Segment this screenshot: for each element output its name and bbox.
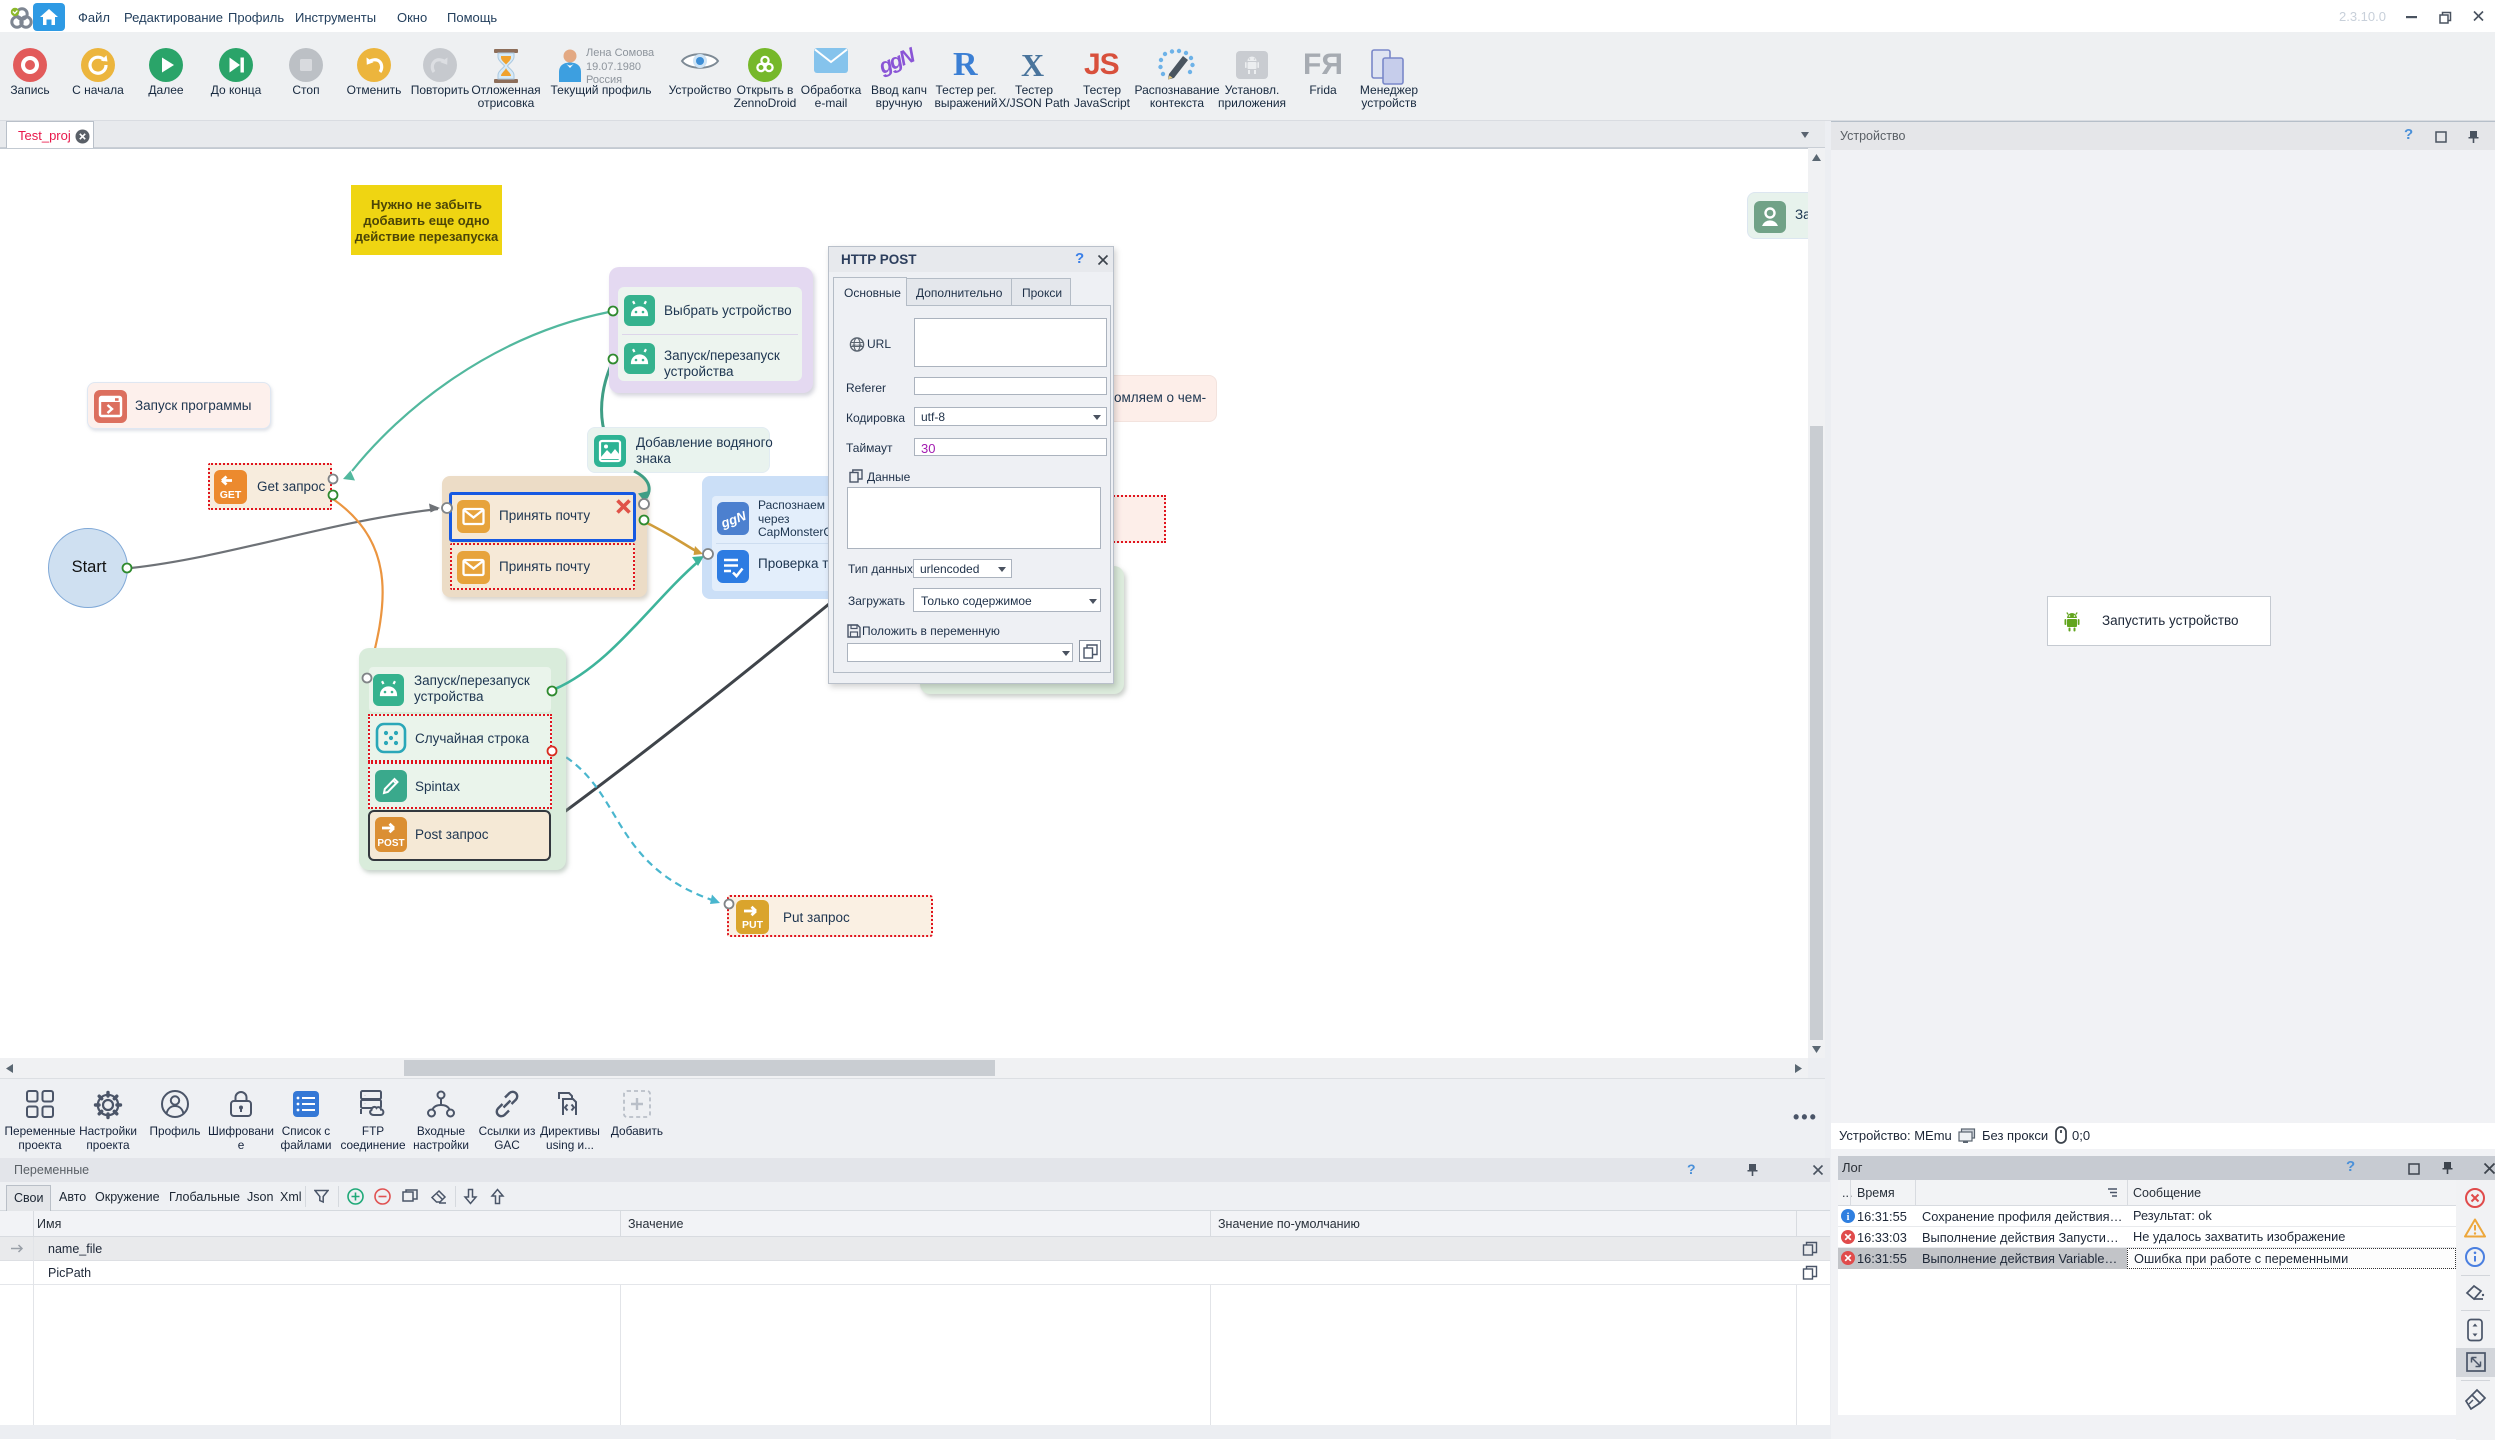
svg-text:www: www	[851, 343, 863, 348]
svg-text:i: i	[1847, 1212, 1850, 1223]
